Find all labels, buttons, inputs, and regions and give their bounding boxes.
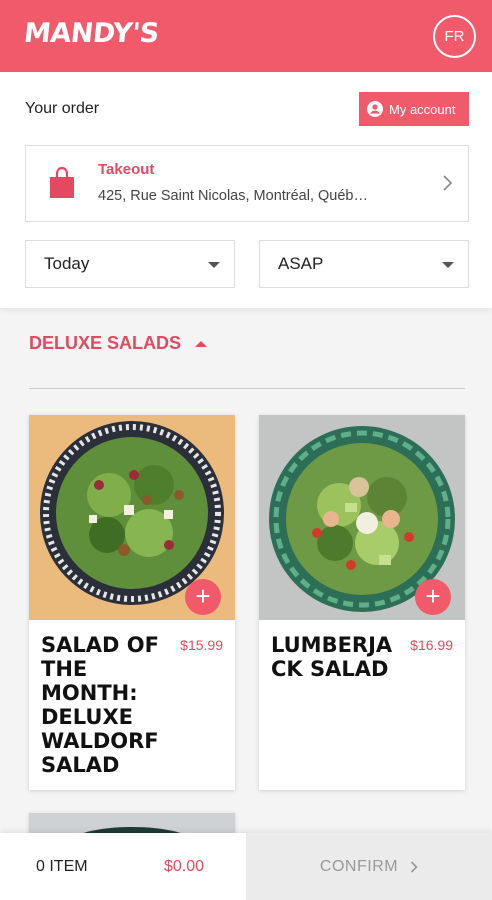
section-title: DELUXE SALADS [29,333,182,353]
language-toggle-button[interactable]: FR [433,15,476,58]
cart-item-count: 0 ITEM [36,858,88,875]
user-icon [367,101,383,117]
time-select[interactable]: ASAP [259,240,469,288]
confirm-button[interactable]: CONFIRM [246,833,492,900]
menu-item-price: $15.99 [180,637,223,653]
salad-photo: + [29,415,235,620]
menu-item-card[interactable]: + LUMBERJA CK SALAD $16.99 [259,415,465,790]
day-select[interactable]: Today [25,240,235,288]
my-account-button[interactable]: My account [359,92,469,126]
my-account-label: My account [389,101,456,117]
brand-logo[interactable]: MANDY'S [22,18,160,49]
menu-item-price: $16.99 [410,637,453,653]
order-panel: Your order My account Takeout 425, Rue S… [0,72,492,308]
menu-item-card[interactable]: + SALAD OF THE MONTH: DELUXE WALDORF SAL… [29,415,235,790]
section-header-deluxe-salads[interactable]: DELUXE SALADS [29,333,208,354]
collapse-arrow-icon [195,340,208,347]
dropdown-arrow-icon [442,262,454,268]
takeout-address: 425, Rue Saint Nicolas, Montréal, Québ… [98,188,368,204]
top-bar: MANDY'S FR [0,0,492,72]
confirm-label: CONFIRM [319,857,399,875]
add-to-cart-button[interactable]: + [185,579,221,615]
cart-total: $0.00 [164,858,205,875]
dropdown-arrow-icon [208,262,220,268]
menu-item-name: LUMBERJA CK SALAD [271,633,393,681]
cart-bar: 0 ITEM $0.00 CONFIRM [0,833,492,900]
add-to-cart-button[interactable]: + [415,579,451,615]
menu-item-name: SALAD OF THE MONTH: DELUXE WALDORF SALAD [41,633,159,777]
takeout-label: Takeout [98,161,155,178]
day-select-value: Today [44,254,90,273]
chevron-right-icon [411,860,418,873]
salad-photo: + [259,415,465,620]
shopping-bag-icon [50,166,74,198]
chevron-right-icon [443,175,453,191]
time-select-value: ASAP [278,254,324,273]
takeout-selector[interactable]: Takeout 425, Rue Saint Nicolas, Montréal… [25,145,469,222]
section-divider [29,388,465,389]
your-order-title: Your order [25,100,100,117]
